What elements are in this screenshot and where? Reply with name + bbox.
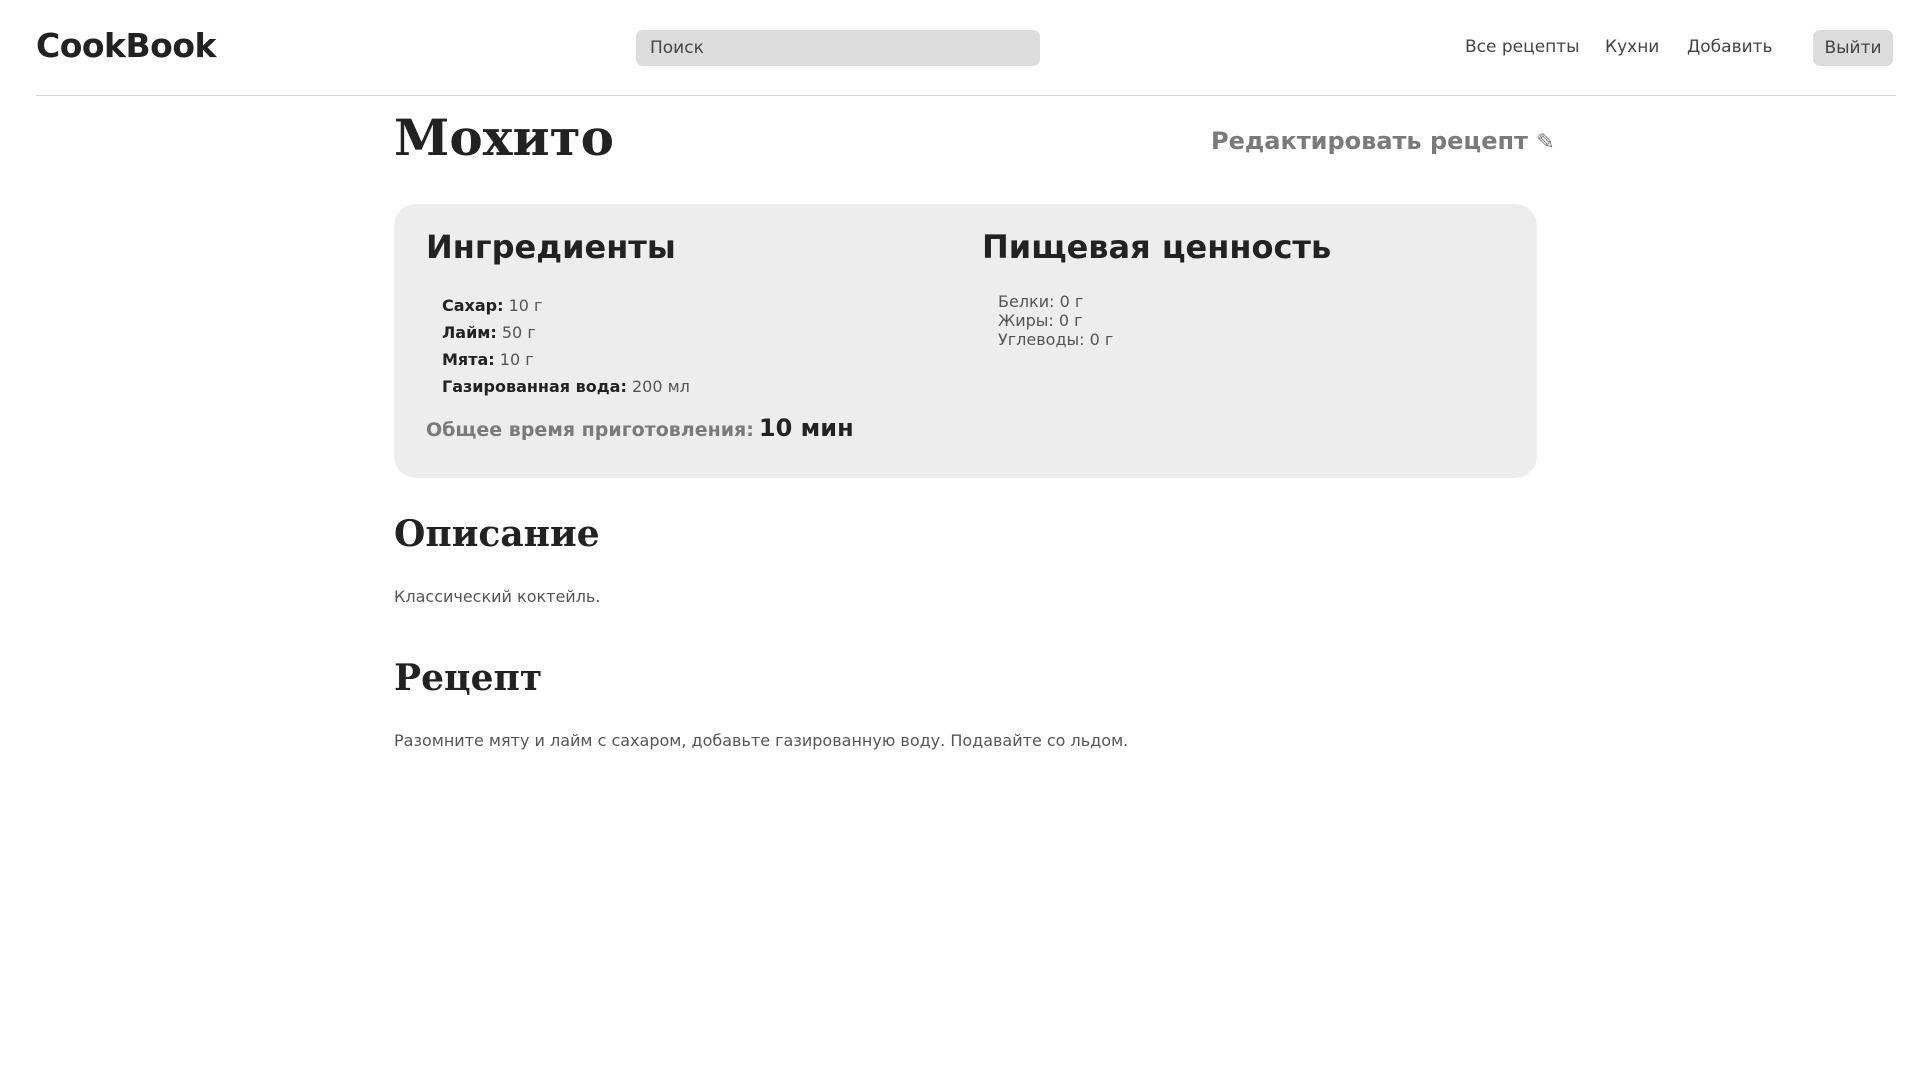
- total-time-value: 10 мин: [758, 414, 854, 442]
- nav-add-recipe[interactable]: Добавить: [1687, 37, 1773, 57]
- ingredient-name: Лайм:: [442, 323, 497, 342]
- ingredient-amount: 50 г: [501, 323, 536, 342]
- nutrition-item-protein: Белки: 0 г: [998, 292, 1084, 311]
- nutrition-item-carbs: Углеводы: 0 г: [998, 330, 1114, 349]
- search-input[interactable]: [636, 30, 1040, 66]
- ingredient-item: Мята: 10 г: [442, 346, 690, 373]
- total-time: Общее время приготовления: 10 мин: [426, 414, 854, 442]
- ingredients-list: Сахар: 10 г Лайм: 50 г Мята: 10 г Газиро…: [442, 292, 690, 400]
- nav-cuisines[interactable]: Кухни: [1605, 37, 1659, 57]
- description-heading: Описание: [394, 513, 600, 555]
- nutrition-list: Белки: 0 г Жиры: 0 г Углеводы: 0 г: [998, 292, 1113, 349]
- ingredient-name: Газированная вода:: [442, 377, 627, 396]
- nav-all-recipes[interactable]: Все рецепты: [1465, 37, 1580, 57]
- method-text: Разомните мяту и лайм с сахаром, добавьт…: [394, 731, 1129, 750]
- page-title: Мохито: [394, 108, 614, 167]
- logo[interactable]: CookBook: [36, 26, 216, 65]
- description-text: Классический коктейль.: [394, 587, 601, 606]
- ingredient-name: Сахар:: [442, 296, 504, 315]
- ingredient-item: Лайм: 50 г: [442, 319, 690, 346]
- ingredients-heading: Ингредиенты: [426, 228, 676, 266]
- method-heading: Рецепт: [394, 657, 543, 699]
- edit-recipe-label: Редактировать рецепт: [1211, 127, 1528, 155]
- ingredient-amount: 200 мл: [631, 377, 690, 396]
- logout-button[interactable]: Выйти: [1813, 30, 1893, 66]
- ingredient-amount: 10 г: [499, 350, 534, 369]
- nutrition-heading: Пищевая ценность: [982, 228, 1332, 266]
- ingredient-amount: 10 г: [508, 296, 543, 315]
- ingredient-name: Мята:: [442, 350, 495, 369]
- total-time-label: Общее время приготовления:: [426, 419, 754, 441]
- recipe-info-card: Ингредиенты Сахар: 10 г Лайм: 50 г Мята:…: [394, 204, 1537, 478]
- pencil-icon: ✎: [1536, 130, 1555, 155]
- ingredient-item: Газированная вода: 200 мл: [442, 373, 690, 400]
- site-header: CookBook Все рецепты Кухни Добавить Выйт…: [36, 0, 1896, 96]
- edit-recipe-link[interactable]: Редактировать рецепт ✎: [1211, 127, 1555, 155]
- ingredient-item: Сахар: 10 г: [442, 292, 690, 319]
- nutrition-item-fat: Жиры: 0 г: [998, 311, 1083, 330]
